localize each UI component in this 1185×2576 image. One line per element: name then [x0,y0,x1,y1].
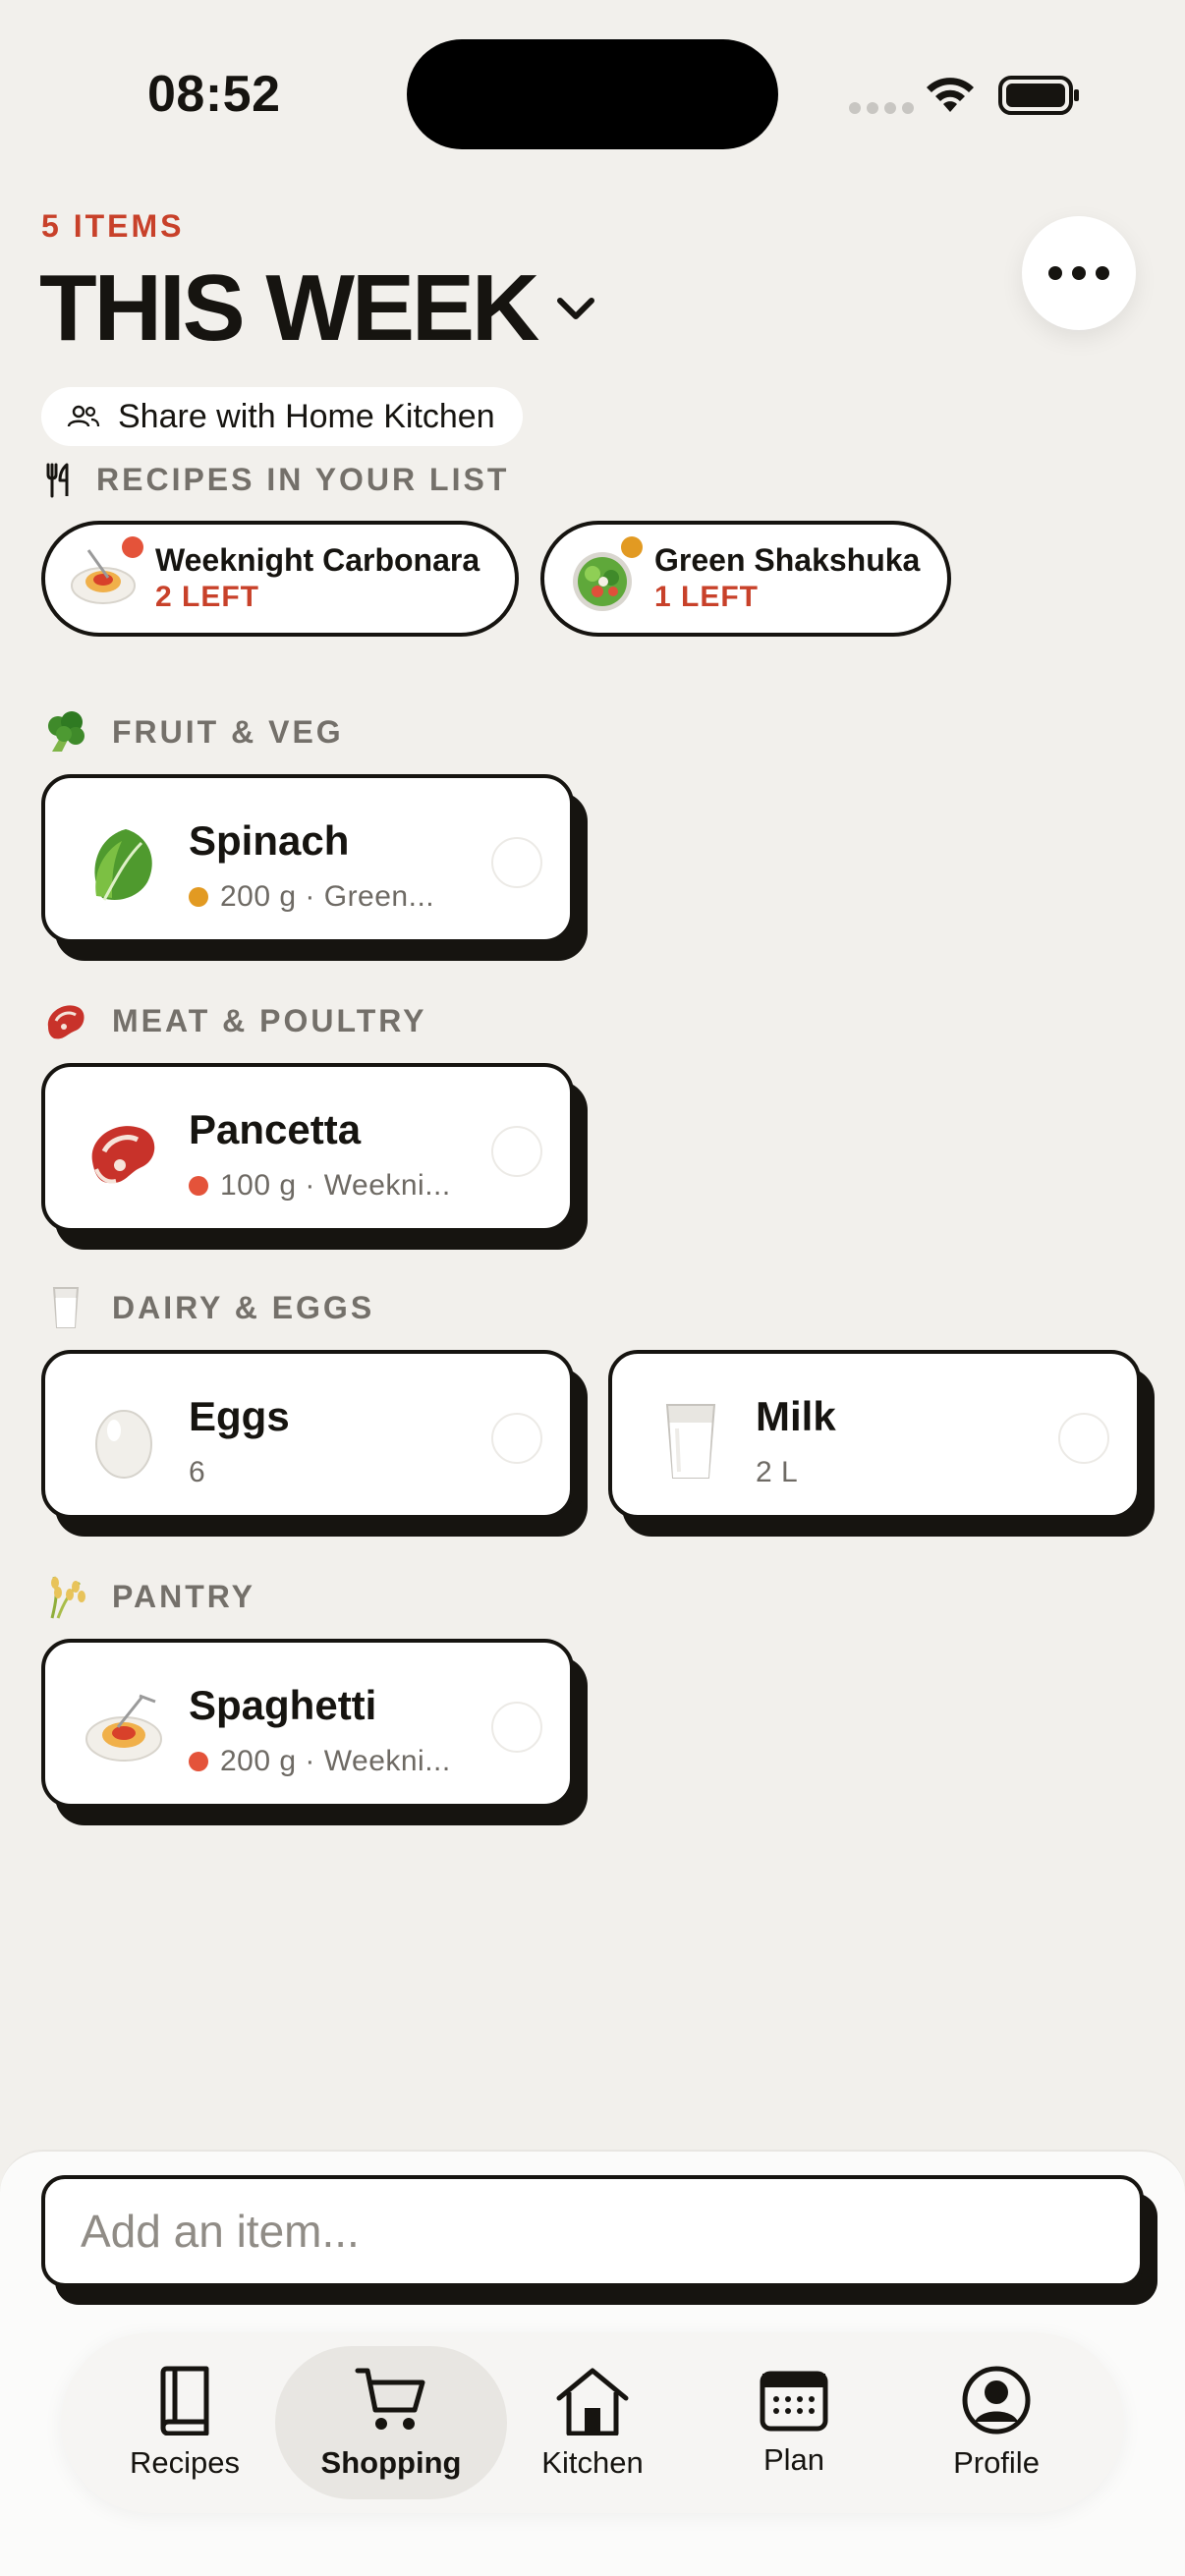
fork-knife-icon [46,463,69,497]
item-checkbox[interactable] [491,837,542,888]
item-card-spinach[interactable]: Spinach 200 g · Green... [41,774,588,961]
item-card-eggs[interactable]: Eggs 6 [41,1350,588,1537]
meat-icon [41,996,90,1045]
recipe-name: Weeknight Carbonara [155,542,480,578]
steak-icon [83,1112,165,1195]
cart-icon [355,2368,425,2430]
item-card[interactable]: Milk 2 L [608,1350,1141,1519]
wifi-icon [927,78,974,112]
calendar-icon [760,2371,828,2432]
tab-kitchen[interactable]: Kitchen [477,2346,708,2499]
item-meta: 100 g · Weekni... [189,1169,451,1203]
battery-icon [998,76,1079,115]
tab-recipes[interactable]: Recipes [69,2346,301,2499]
rice-icon [41,1572,90,1621]
item-name: Spinach [189,817,350,864]
page-title: THIS WEEK [39,255,539,361]
recipe-items-left: 1 LEFT [654,581,760,613]
item-name: Pancetta [189,1106,362,1152]
broccoli-icon [41,707,90,756]
leafy-green-icon [83,823,165,906]
section-heading-meat-poultry: MEAT & POULTRY [41,996,427,1045]
item-meta: 200 g · Weekni... [189,1745,451,1778]
section-heading-dairy-eggs: DAIRY & EGGS [41,1283,374,1332]
recipe-status-dot [122,536,143,558]
more-options-button[interactable] [1022,216,1136,330]
item-name: Eggs [189,1393,290,1439]
item-card-pancetta[interactable]: Pancetta 100 g · Weekni... [41,1063,588,1250]
recipe-color-dot [189,1176,208,1196]
tab-label: Plan [762,2442,825,2477]
tab-label: Kitchen [541,2445,644,2480]
spaghetti-icon [69,536,143,613]
add-item-field[interactable] [41,2175,1157,2305]
add-item-input[interactable] [41,2175,1144,2287]
share-label: Share with Home Kitchen [118,397,495,435]
tab-bar: Recipes Shopping Kitchen Plan Profile [61,2332,1124,2513]
tab-label: Shopping [320,2445,462,2480]
item-checkbox[interactable] [491,1126,542,1177]
recipe-color-dot [189,1752,208,1771]
spaghetti-icon [83,1688,165,1770]
cellular-signal-icon [849,102,914,114]
tab-label: Profile [953,2445,1040,2480]
recipes-section-heading: RECIPES IN YOUR LIST [45,462,509,498]
recipe-name: Green Shakshuka [654,542,921,578]
item-card-milk[interactable]: Milk 2 L [608,1350,1155,1537]
ellipsis-icon [1048,266,1109,280]
status-time: 08:52 [147,66,281,123]
items-count: 5 ITEMS [41,208,185,244]
recipe-items-left: 2 LEFT [155,581,260,613]
milk-glass-icon [649,1399,732,1482]
item-name: Milk [756,1393,836,1439]
home-icon [556,2368,629,2436]
milk-glass-icon [41,1283,90,1332]
chevron-down-icon [557,298,595,319]
profile-icon [962,2366,1031,2435]
item-checkbox[interactable] [1058,1413,1109,1464]
item-card[interactable]: Spinach 200 g · Green... [41,774,574,943]
item-meta: 200 g · Green... [189,880,434,914]
week-selector[interactable]: THIS WEEK [39,257,599,360]
item-card-spaghetti[interactable]: Spaghetti 200 g · Weekni... [41,1639,588,1825]
tab-plan[interactable]: Plan [678,2346,910,2499]
item-meta: 2 L [756,1456,799,1488]
item-card[interactable]: Pancetta 100 g · Weekni... [41,1063,574,1232]
section-heading-fruit-veg: FRUIT & VEG [41,707,344,756]
recipe-color-dot [189,887,208,907]
item-meta: 6 [189,1456,206,1488]
tab-shopping[interactable]: Shopping [275,2346,507,2499]
item-card[interactable]: Eggs 6 [41,1350,574,1519]
recipe-chip[interactable]: Green Shakshuka 1 LEFT [540,521,951,637]
recipe-chip[interactable]: Weeknight Carbonara 2 LEFT [41,521,519,637]
tab-profile[interactable]: Profile [880,2346,1112,2499]
item-checkbox[interactable] [491,1702,542,1753]
people-icon [67,405,100,427]
item-checkbox[interactable] [491,1413,542,1464]
item-name: Spaghetti [189,1682,377,1728]
tab-label: Recipes [130,2445,240,2480]
book-icon [160,2366,209,2436]
salad-icon [568,536,643,613]
share-with-kitchen-button[interactable]: Share with Home Kitchen [41,387,523,446]
recipe-status-dot [621,536,643,558]
item-card[interactable]: Spaghetti 200 g · Weekni... [41,1639,574,1808]
dynamic-island [407,39,778,149]
egg-icon [83,1399,165,1482]
section-heading-pantry: PANTRY [41,1572,255,1621]
